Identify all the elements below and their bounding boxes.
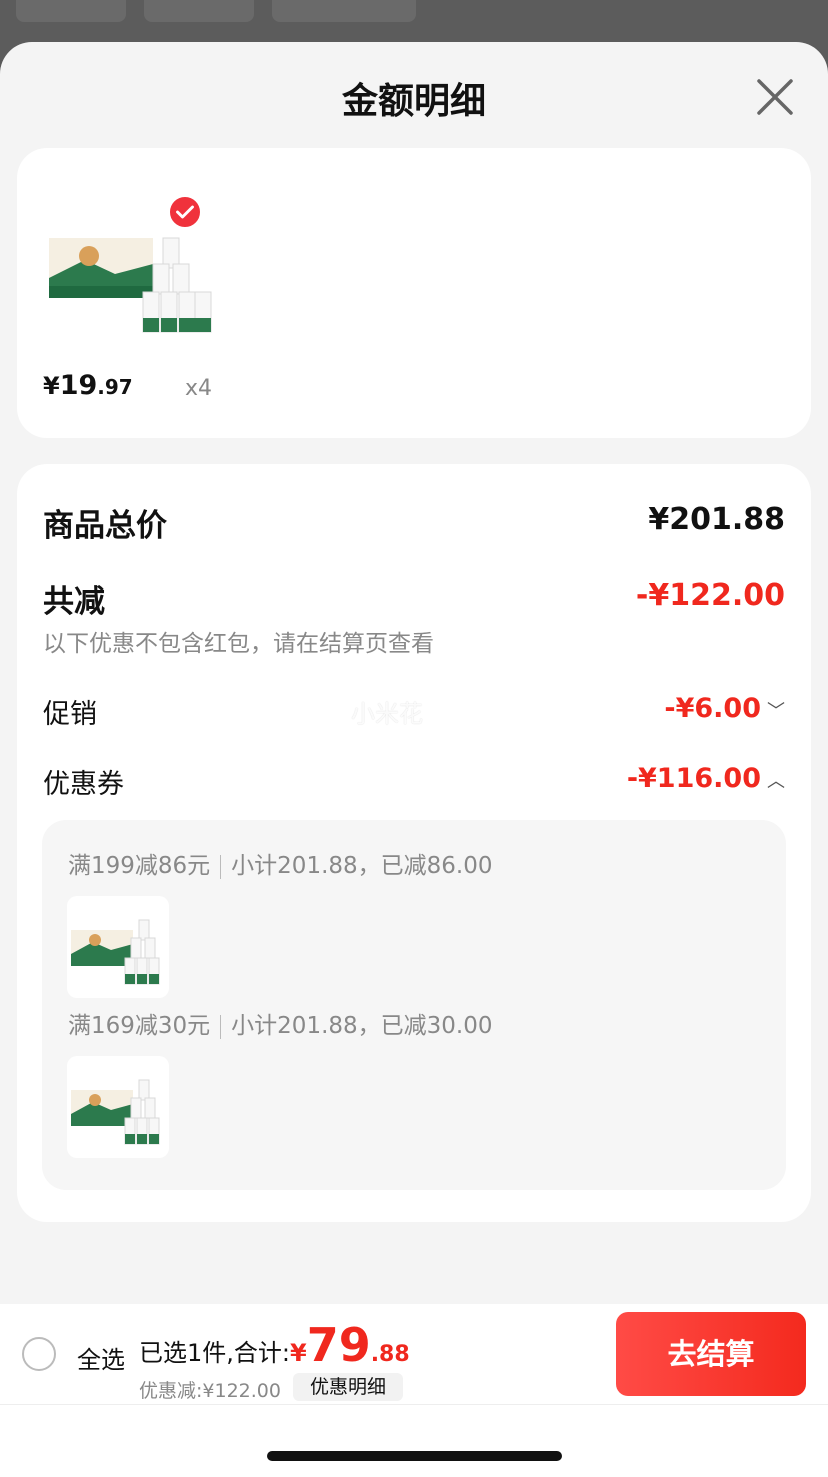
chevron-up-icon[interactable]: ︿ — [767, 767, 785, 793]
coupon-detail: 小计201.88，已减86.00 — [231, 853, 493, 879]
coupon-row[interactable]: -¥116.00 ︿ — [627, 763, 785, 794]
product-quantity: x4 — [185, 376, 213, 401]
divider — [220, 854, 222, 879]
coupon-details: 满199减86元 小计201.88，已减86.00 满169减30元 小计201.8… — [42, 820, 786, 1190]
coupon-product-image — [67, 1056, 169, 1158]
discount-detail-button[interactable]: 优惠明细 — [293, 1373, 403, 1401]
sheet-title: 金额明细 — [341, 81, 486, 122]
home-indicator[interactable] — [267, 1451, 562, 1461]
reduce-hint: 以下优惠不包含红包，请在结算页查看 — [43, 631, 434, 657]
total-reduce-label: 共减 — [43, 584, 105, 620]
background-tab — [144, 0, 254, 22]
total-decimal: .88 — [370, 1342, 410, 1367]
coupon-label: 优惠券 — [43, 769, 124, 800]
chevron-down-icon[interactable]: ﹀ — [767, 697, 785, 723]
home-indicator-area — [0, 1404, 828, 1477]
total-price-label: 商品总价 — [43, 508, 167, 544]
order-summary: 已选1件,合计:¥79.88 — [139, 1318, 410, 1372]
checkout-bar: 全选 已选1件,合计:¥79.88 优惠减:¥122.00 优惠明细 去结算 — [0, 1304, 828, 1404]
coupon-item: 满199减86元 小计201.88，已减86.00 — [68, 846, 493, 880]
product-price: ¥19.97 — [43, 370, 133, 401]
coupon-product-image — [67, 896, 169, 998]
promotion-row[interactable]: -¥6.00 ﹀ — [664, 693, 785, 724]
detail-card: 商品总价 ¥201.88 共减 -¥122.00 以下优惠不包含红包，请在结算页… — [17, 464, 811, 1222]
checkout-button[interactable]: 去结算 — [616, 1312, 806, 1396]
coupon-item: 满169减30元 小计201.88，已减30.00 — [68, 1006, 493, 1040]
close-icon[interactable] — [752, 74, 798, 120]
promotion-value: -¥6.00 — [664, 693, 761, 724]
product-card: ¥19.97 x4 — [17, 148, 811, 438]
select-all-label[interactable]: 全选 — [77, 1340, 125, 1375]
coupon-value: -¥116.00 — [626, 763, 761, 794]
background-tab — [16, 0, 126, 22]
select-all-checkbox[interactable] — [22, 1337, 56, 1371]
coupon-detail: 小计201.88，已减30.00 — [231, 1013, 493, 1039]
divider — [220, 1014, 222, 1039]
check-icon[interactable] — [167, 194, 203, 230]
total-reduce-value: -¥122.00 — [635, 578, 785, 613]
total-integer: 79 — [306, 1318, 371, 1372]
total-currency: ¥ — [289, 1339, 307, 1367]
discount-total: 优惠减:¥122.00 — [139, 1380, 281, 1402]
total-price-value: ¥201.88 — [648, 502, 785, 537]
amount-detail-sheet: 金额明细 ¥19.97 x4 商品总价 ¥201.88 共减 -¥122.00 … — [0, 42, 828, 1477]
coupon-rule: 满199减86元 — [68, 853, 211, 879]
promotion-label: 促销 — [43, 699, 97, 730]
watermark: 小米花 — [351, 700, 423, 728]
background-tab — [272, 0, 416, 22]
coupon-rule: 满169减30元 — [68, 1013, 211, 1039]
summary-text: 已选1件,合计: — [139, 1339, 290, 1367]
